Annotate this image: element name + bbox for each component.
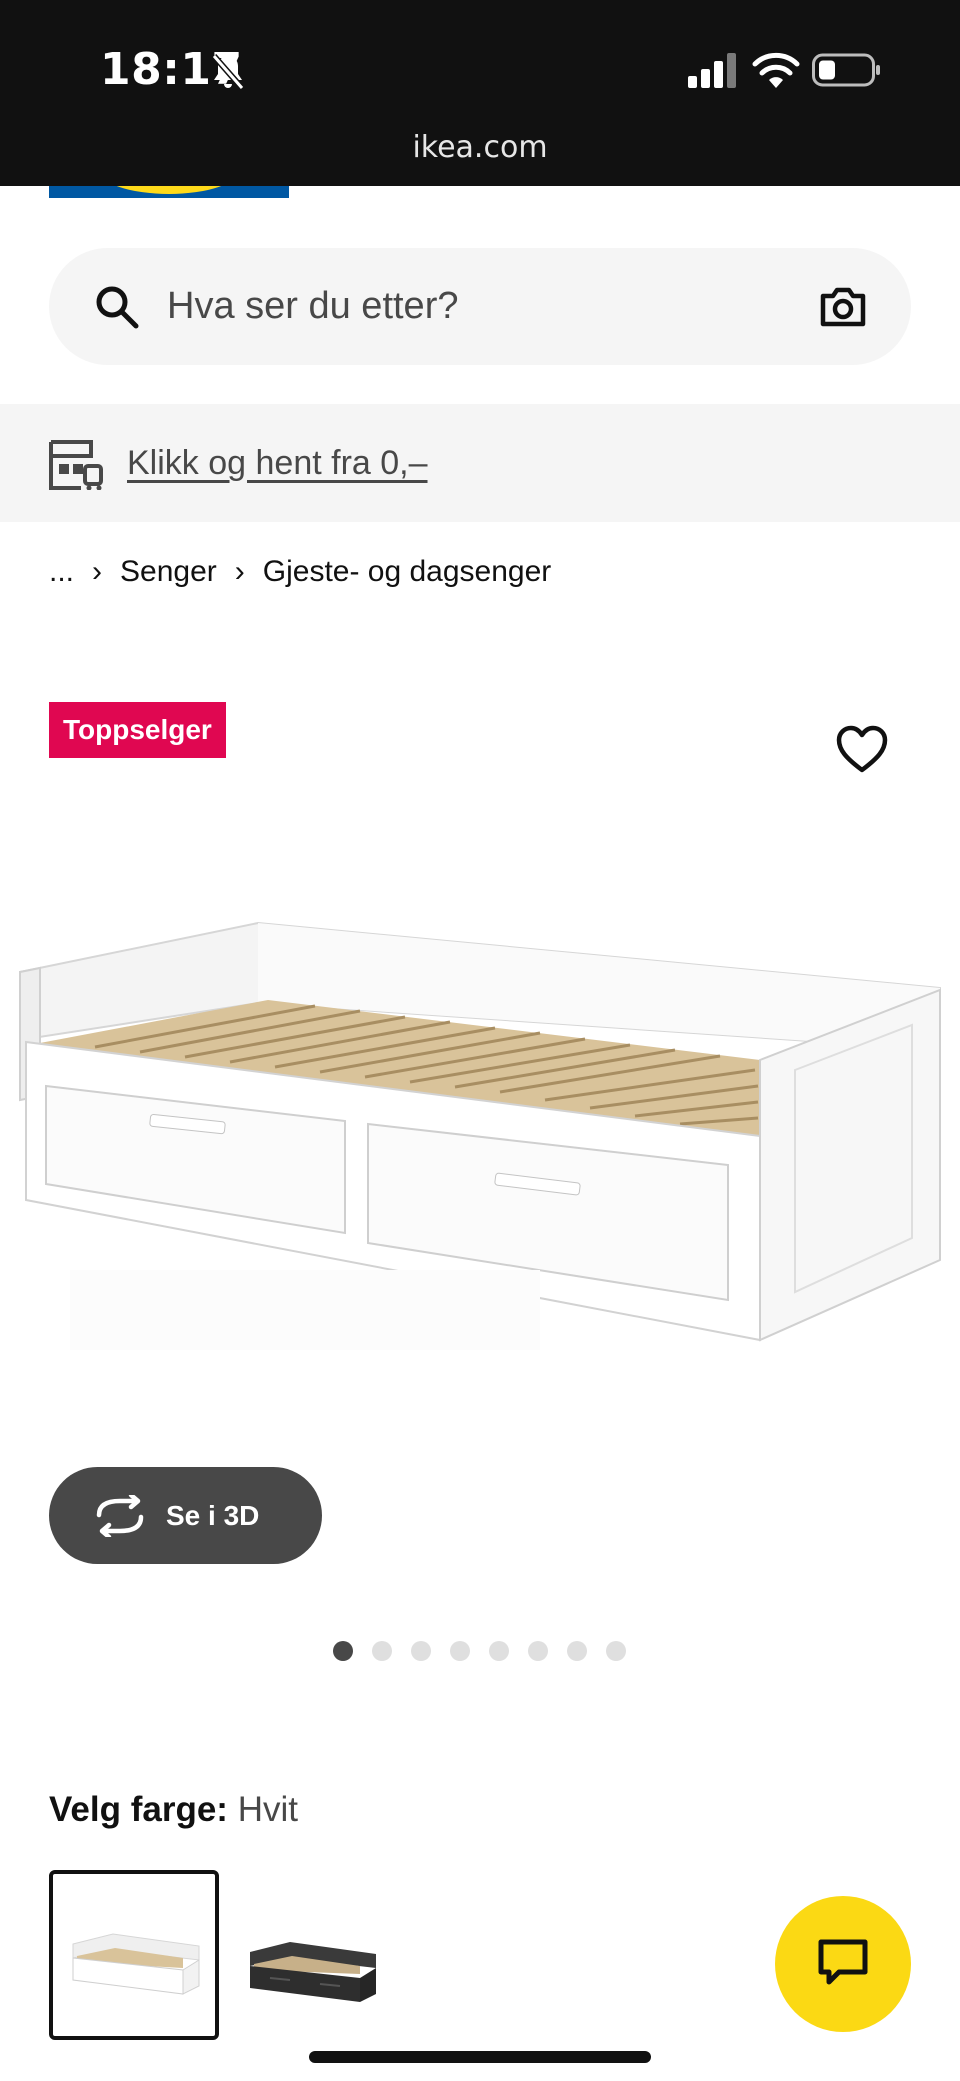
chat-button[interactable] — [775, 1896, 911, 2032]
view-3d-label: Se i 3D — [166, 1500, 260, 1531]
battery-icon — [812, 53, 880, 87]
click-collect-link[interactable]: Klikk og hent fra 0,– — [127, 404, 428, 522]
carousel-dot-4[interactable] — [450, 1641, 470, 1661]
carousel-dot-2[interactable] — [372, 1641, 392, 1661]
breadcrumb-item-ellipsis[interactable]: ... — [49, 555, 74, 589]
status-bar: 18:17 ikea.com — [0, 0, 960, 186]
color-selected-value: Hvit — [237, 1790, 298, 1829]
color-selection-title: Velg farge: Hvit — [49, 1790, 298, 1830]
carousel-dot-5[interactable] — [489, 1641, 509, 1661]
click-collect-banner: Klikk og hent fra 0,– — [0, 404, 960, 522]
search-bar[interactable]: Hva ser du etter? — [49, 248, 911, 365]
image-carousel-dots — [333, 1641, 626, 1661]
url-bar[interactable]: ikea.com — [0, 130, 960, 165]
chat-icon — [818, 1939, 868, 1985]
carousel-dot-8[interactable] — [606, 1641, 626, 1661]
view-3d-button[interactable]: Se i 3D — [49, 1467, 322, 1564]
breadcrumb: ... › Senger › Gjeste- og dagsenger — [49, 552, 551, 592]
home-indicator — [309, 2051, 651, 2063]
carousel-dot-1[interactable] — [333, 1641, 353, 1661]
product-image[interactable] — [0, 860, 960, 1360]
store-icon — [49, 440, 103, 490]
black-daybed-thumbnail — [250, 1942, 376, 2002]
breadcrumb-separator: › — [234, 555, 245, 588]
rotate-3d-icon — [96, 1495, 144, 1537]
ikea-logo[interactable] — [49, 186, 289, 198]
color-label: Velg farge: — [49, 1790, 228, 1829]
wifi-icon — [752, 52, 800, 88]
favorite-button[interactable] — [834, 722, 890, 778]
bestseller-badge: Toppselger — [49, 702, 226, 758]
search-icon — [96, 286, 139, 329]
breadcrumb-item-senger[interactable]: Senger — [120, 555, 217, 589]
bell-slash-icon — [211, 54, 245, 90]
carousel-dot-6[interactable] — [528, 1641, 548, 1661]
camera-icon[interactable] — [819, 284, 867, 328]
color-swatch-black[interactable] — [240, 1870, 410, 2040]
search-input[interactable]: Hva ser du etter? — [167, 248, 458, 365]
signal-icon — [688, 53, 736, 88]
carousel-dot-3[interactable] — [411, 1641, 431, 1661]
heart-icon — [836, 725, 888, 773]
color-swatch-white[interactable] — [49, 1870, 219, 2040]
white-daybed-thumbnail — [72, 1933, 200, 1995]
breadcrumb-item-gjeste-dagsenger[interactable]: Gjeste- og dagsenger — [263, 555, 552, 589]
breadcrumb-separator: › — [92, 555, 103, 588]
carousel-dot-7[interactable] — [567, 1641, 587, 1661]
